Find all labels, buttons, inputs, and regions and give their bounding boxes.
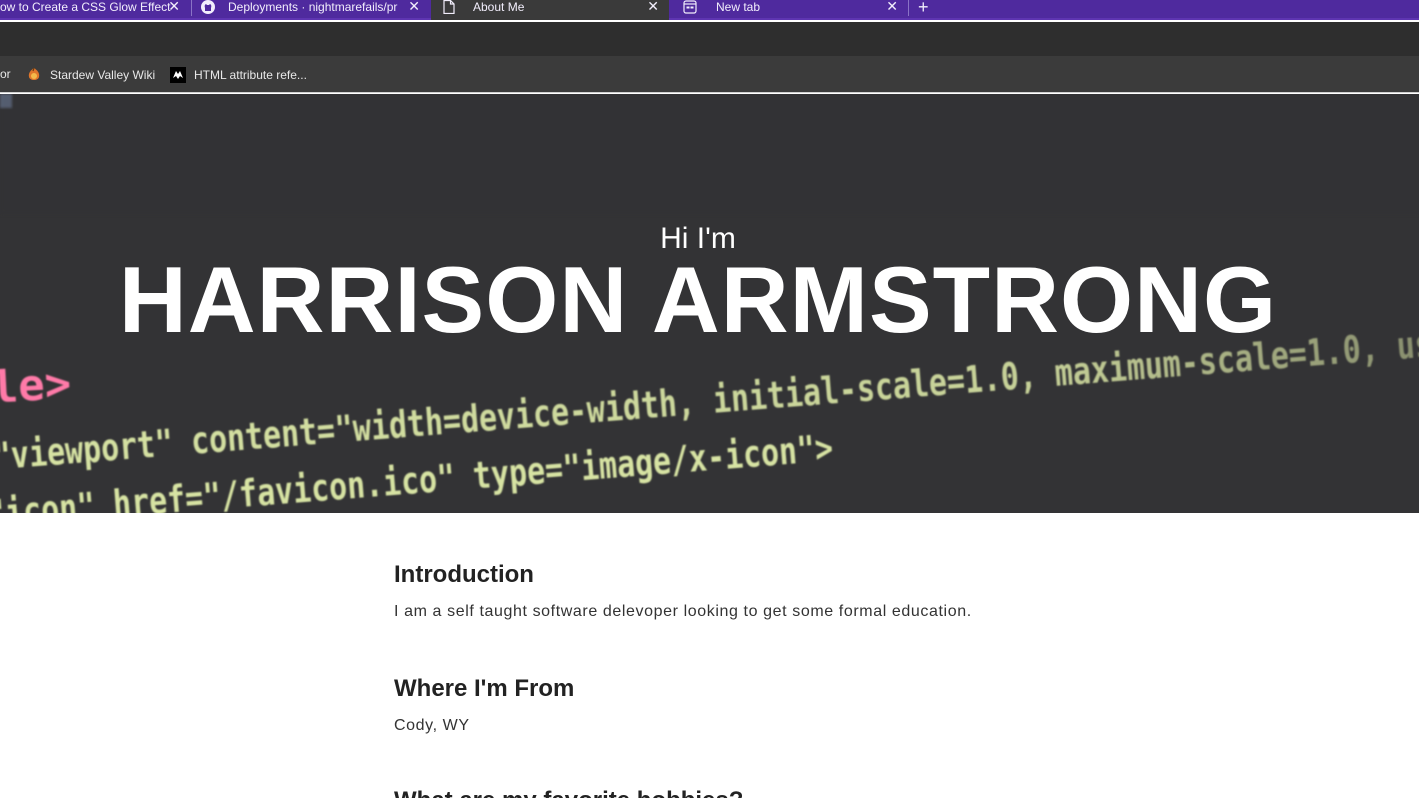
tab-title: ow to Create a CSS Glow Effect [0,0,171,14]
tab-title: About Me [473,0,525,14]
tab-about-me[interactable]: About Me ✕ [431,0,669,20]
document-icon [441,0,457,14]
bookmark-item[interactable]: or [0,67,11,81]
new-tab-icon [682,0,698,14]
bookmark-html-attributes[interactable]: HTML attribute refe... [170,67,307,83]
browser-tab-strip: ow to Create a CSS Glow Effect ✕ Deploym… [0,0,1419,20]
tab-separator [191,0,192,16]
bookmarks-bar: or Stardew Valley Wiki HTML attribute re… [0,56,1419,93]
close-icon[interactable]: ✕ [647,0,659,13]
section-body: I am a self taught software delevoper lo… [394,603,972,620]
tab-new-tab[interactable]: New tab ✕ [670,0,908,20]
github-icon [200,0,216,14]
section-hobbies: What are my favorite hobbies? [394,786,743,798]
close-icon[interactable]: ✕ [886,0,898,13]
section-where-from: Where I'm From Cody, WY [394,674,574,736]
address-toolbar [0,22,1419,56]
tab-separator [908,0,909,16]
section-heading: Where I'm From [394,675,575,702]
mdn-icon [170,67,186,83]
section-heading: Introduction [394,561,534,588]
tab-css-glow[interactable]: ow to Create a CSS Glow Effect ✕ [0,0,190,20]
bookmark-label: HTML attribute refe... [194,68,307,82]
tab-title: New tab [716,0,761,14]
close-icon[interactable]: ✕ [168,0,180,13]
bookmark-label: Stardew Valley Wiki [50,68,156,82]
section-body: Cody, WY [394,717,470,734]
new-tab-button[interactable]: + [918,0,929,18]
tab-deployments[interactable]: Deployments · nightmarefails/pr ✕ [200,0,430,20]
tab-title: Deployments · nightmarefails/pr [228,0,398,14]
section-heading: What are my favorite hobbies? [394,786,743,798]
bookmark-stardew[interactable]: Stardew Valley Wiki [26,67,155,83]
section-introduction: Introduction I am a self taught software… [394,560,972,622]
code-line-1: le> [0,358,72,413]
close-icon[interactable]: ✕ [408,0,420,13]
hero-banner: le> "viewport" content="width=device-wid… [0,94,1419,513]
hero-name-title: HARRISON ARMSTRONG [118,247,1278,352]
stardew-icon [26,67,42,83]
bookmark-label: or [0,67,11,81]
